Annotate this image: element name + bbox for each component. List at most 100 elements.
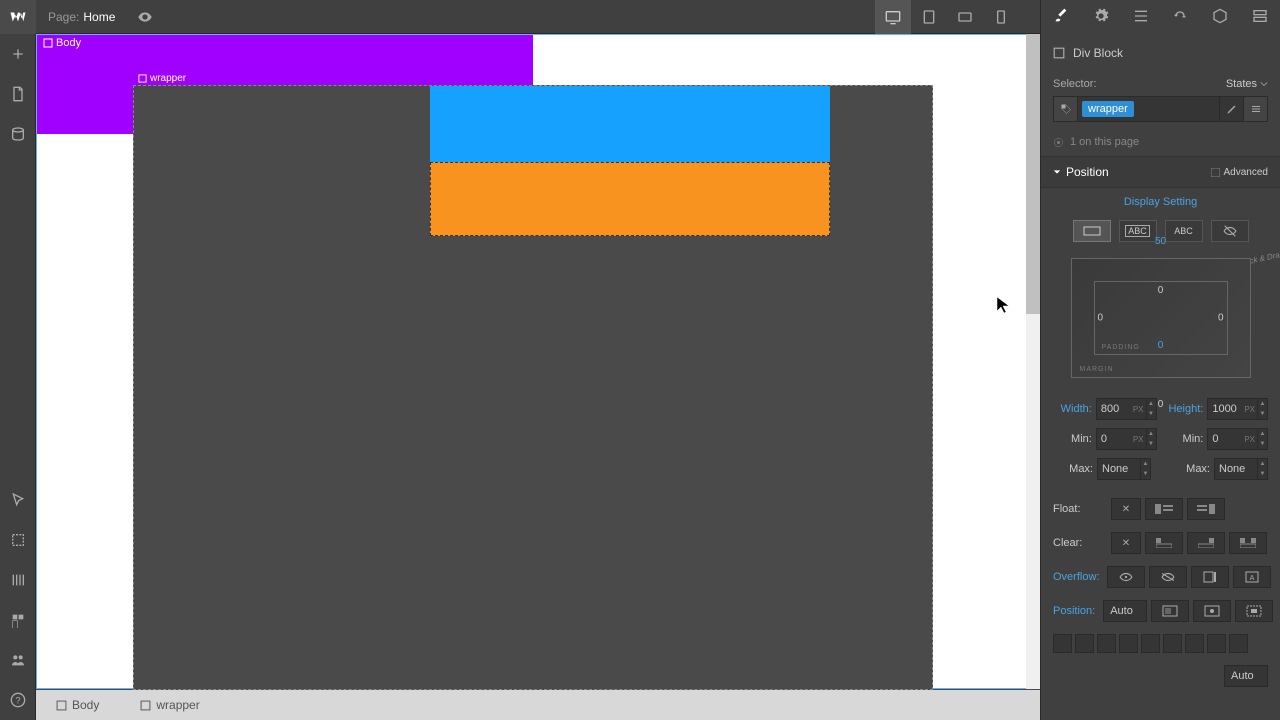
device-switcher	[875, 0, 1019, 34]
height-field[interactable]: PX▲▼	[1207, 398, 1268, 420]
device-phone[interactable]	[983, 0, 1019, 34]
float-none[interactable]: ✕	[1111, 498, 1141, 520]
tool-marquee[interactable]	[0, 520, 36, 560]
desktop-icon	[885, 9, 901, 25]
clear-both[interactable]	[1229, 532, 1267, 554]
position-label: Position:	[1053, 605, 1095, 617]
align-buttons	[1041, 628, 1280, 659]
eye-off-icon	[1161, 572, 1175, 582]
pos-fixed-icon	[1246, 605, 1262, 617]
position-absolute[interactable]	[1193, 600, 1231, 622]
position-auto[interactable]: Auto	[1103, 600, 1147, 622]
scroll-icon	[1203, 571, 1217, 583]
element-orange-box[interactable]	[430, 162, 830, 236]
grid-icon	[10, 612, 26, 628]
tab-backups[interactable]	[1252, 8, 1268, 27]
clear-label: Clear:	[1053, 537, 1103, 549]
display-setting-link[interactable]: Display Setting	[1041, 188, 1280, 216]
align-ml[interactable]	[1119, 634, 1138, 653]
display-inline[interactable]: ABC	[1165, 220, 1203, 242]
minh-label: Min:	[1165, 433, 1204, 445]
cms-button[interactable]	[0, 114, 36, 154]
breadcrumb-body[interactable]: Body	[48, 691, 120, 719]
position-value-field[interactable]: Auto	[1224, 665, 1268, 687]
element-blue-box[interactable]	[430, 86, 830, 162]
device-desktop[interactable]	[875, 0, 911, 34]
pages-button[interactable]	[0, 74, 36, 114]
align-bl[interactable]	[1185, 634, 1204, 653]
tool-guides[interactable]	[0, 560, 36, 600]
float-right[interactable]	[1187, 498, 1225, 520]
position-accordion[interactable]: Position Advanced	[1041, 156, 1280, 188]
max-width-field[interactable]: ▲▼	[1097, 458, 1151, 480]
box-model[interactable]: Click & Drag 50 auto auto 0 0 0 0 MARGIN…	[1041, 252, 1280, 394]
breadcrumb-wrapper[interactable]: wrapper	[132, 691, 220, 719]
display-block[interactable]	[1073, 220, 1111, 242]
device-tablet[interactable]	[911, 0, 947, 34]
width-field[interactable]: PX▲▼	[1096, 398, 1157, 420]
align-br[interactable]	[1229, 634, 1248, 653]
body-selection-label: Body	[37, 35, 87, 51]
states-dropdown[interactable]: States	[1226, 78, 1268, 90]
margin-top[interactable]: 50	[1155, 236, 1166, 247]
display-none[interactable]	[1211, 220, 1249, 242]
tab-settings[interactable]	[1093, 8, 1109, 27]
tool-collab[interactable]	[0, 640, 36, 680]
width-label: Width:	[1053, 403, 1092, 415]
device-tablet-landscape[interactable]	[947, 0, 983, 34]
tab-navigator[interactable]	[1133, 8, 1149, 27]
element-type-row: Div Block	[1041, 34, 1280, 72]
overflow-visible[interactable]	[1107, 566, 1145, 588]
selector-edit[interactable]	[1219, 97, 1243, 121]
align-bc[interactable]	[1207, 634, 1226, 653]
selector-menu[interactable]	[1243, 97, 1267, 121]
min-height-field[interactable]: PX▲▼	[1207, 428, 1268, 450]
chevron-down-icon	[1260, 80, 1268, 88]
min-width-field[interactable]: PX▲▼	[1096, 428, 1157, 450]
style-panel: Div Block Selector: States wrapper 1 o	[1040, 34, 1280, 720]
app-logo[interactable]	[0, 0, 36, 34]
selector-field[interactable]: wrapper	[1053, 96, 1268, 122]
align-tc[interactable]	[1075, 634, 1094, 653]
float-left-icon	[1155, 504, 1173, 514]
selector-add[interactable]	[1054, 97, 1078, 121]
align-mr[interactable]	[1163, 634, 1182, 653]
caret-down-icon	[1053, 168, 1061, 176]
tool-select[interactable]	[0, 480, 36, 520]
wrapper-selection-label: wrapper	[133, 72, 191, 85]
margin-bottom[interactable]: 0	[1158, 399, 1164, 410]
element-wrapper[interactable]: wrapper	[133, 85, 933, 690]
float-left[interactable]	[1145, 498, 1183, 520]
tab-style[interactable]	[1053, 8, 1069, 27]
selector-tag[interactable]: wrapper	[1082, 101, 1134, 117]
tablet-icon	[921, 9, 937, 25]
position-relative[interactable]	[1151, 600, 1189, 622]
align-tr[interactable]	[1097, 634, 1116, 653]
page-label: Page:	[48, 10, 79, 24]
tool-grid[interactable]	[0, 600, 36, 640]
overflow-hidden[interactable]	[1149, 566, 1187, 588]
preview-button[interactable]	[127, 0, 163, 34]
canvas[interactable]: Body wrapper	[36, 34, 1040, 689]
position-fixed[interactable]	[1235, 600, 1273, 622]
overflow-scroll[interactable]	[1191, 566, 1229, 588]
clear-left[interactable]	[1145, 532, 1183, 554]
canvas-body[interactable]: Body wrapper	[36, 34, 1036, 689]
display-inline-block[interactable]: ABC	[1119, 220, 1157, 242]
help-icon: ?	[10, 692, 26, 708]
add-button[interactable]	[0, 34, 36, 74]
scrollbar-thumb[interactable]	[1026, 34, 1040, 314]
clear-none[interactable]: ✕	[1111, 532, 1141, 554]
advanced-toggle[interactable]: Advanced	[1211, 167, 1268, 178]
tab-assets[interactable]	[1212, 8, 1228, 27]
align-tl[interactable]	[1053, 634, 1072, 653]
canvas-scrollbar[interactable]	[1026, 34, 1040, 689]
clear-right[interactable]	[1187, 532, 1225, 554]
help-button[interactable]: ?	[0, 680, 36, 720]
page-selector[interactable]: Page: Home	[36, 10, 127, 24]
cursor-icon	[10, 492, 26, 508]
align-mc[interactable]	[1141, 634, 1160, 653]
overflow-auto[interactable]: A	[1233, 566, 1271, 588]
max-height-field[interactable]: ▲▼	[1214, 458, 1268, 480]
tab-interactions[interactable]	[1172, 8, 1188, 27]
